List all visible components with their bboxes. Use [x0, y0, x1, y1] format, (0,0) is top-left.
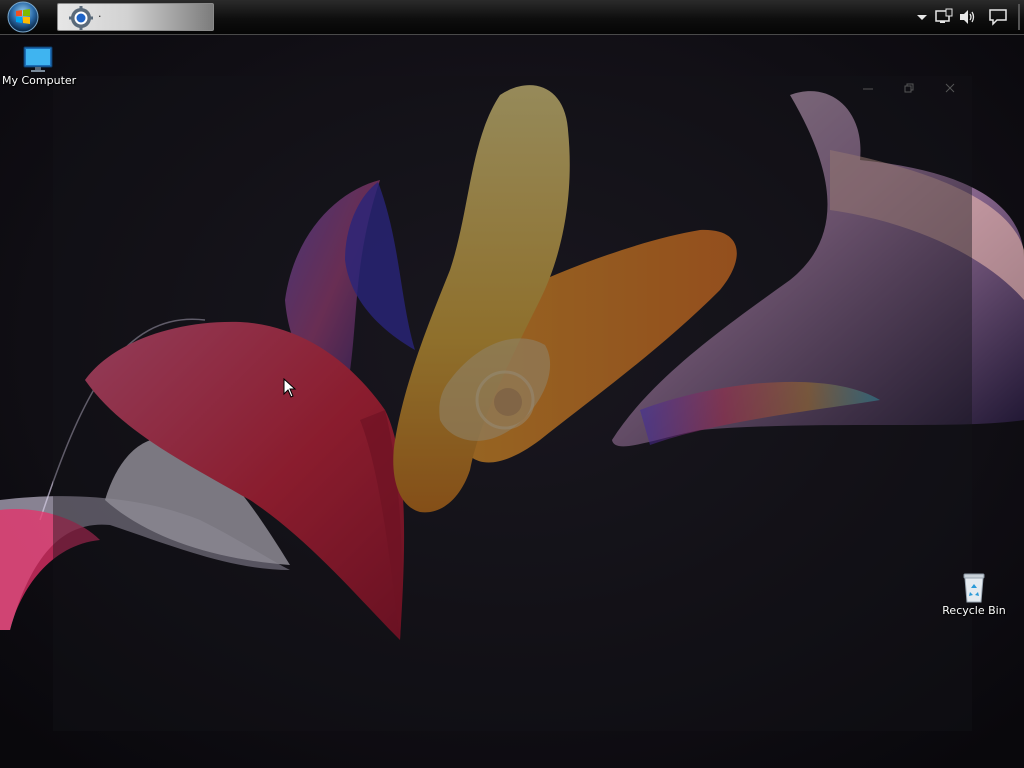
close-icon — [945, 83, 955, 93]
translucent-window[interactable] — [53, 76, 972, 731]
recycle-bin-icon — [963, 573, 985, 603]
minimize-icon — [863, 88, 873, 90]
taskbar: · — [0, 0, 1024, 35]
action-center-icon[interactable] — [988, 8, 1008, 26]
restore-button[interactable] — [894, 82, 924, 100]
gear-icon — [69, 6, 93, 30]
desktop-icon-label: Recycle Bin — [942, 604, 1006, 617]
chevron-up-icon[interactable] — [912, 8, 932, 26]
network-icon[interactable] — [934, 8, 954, 26]
desktop-icon-recycle-bin[interactable]: Recycle Bin — [938, 572, 1010, 617]
start-button[interactable] — [6, 1, 40, 33]
restore-icon — [904, 83, 914, 93]
desktop-icon-my-computer[interactable]: My Computer — [2, 44, 77, 87]
show-desktop-button[interactable] — [1018, 4, 1020, 30]
speaker-icon[interactable] — [958, 8, 978, 26]
mouse-cursor-icon — [283, 378, 297, 398]
minimize-button[interactable] — [853, 82, 883, 100]
desktop-icon-label: My Computer — [2, 74, 77, 87]
taskbar-button-label: · — [98, 10, 102, 23]
windows-logo-icon — [7, 1, 39, 33]
taskbar-button-active-window[interactable]: · — [57, 3, 214, 31]
monitor-icon — [23, 46, 53, 72]
close-button[interactable] — [935, 82, 965, 100]
